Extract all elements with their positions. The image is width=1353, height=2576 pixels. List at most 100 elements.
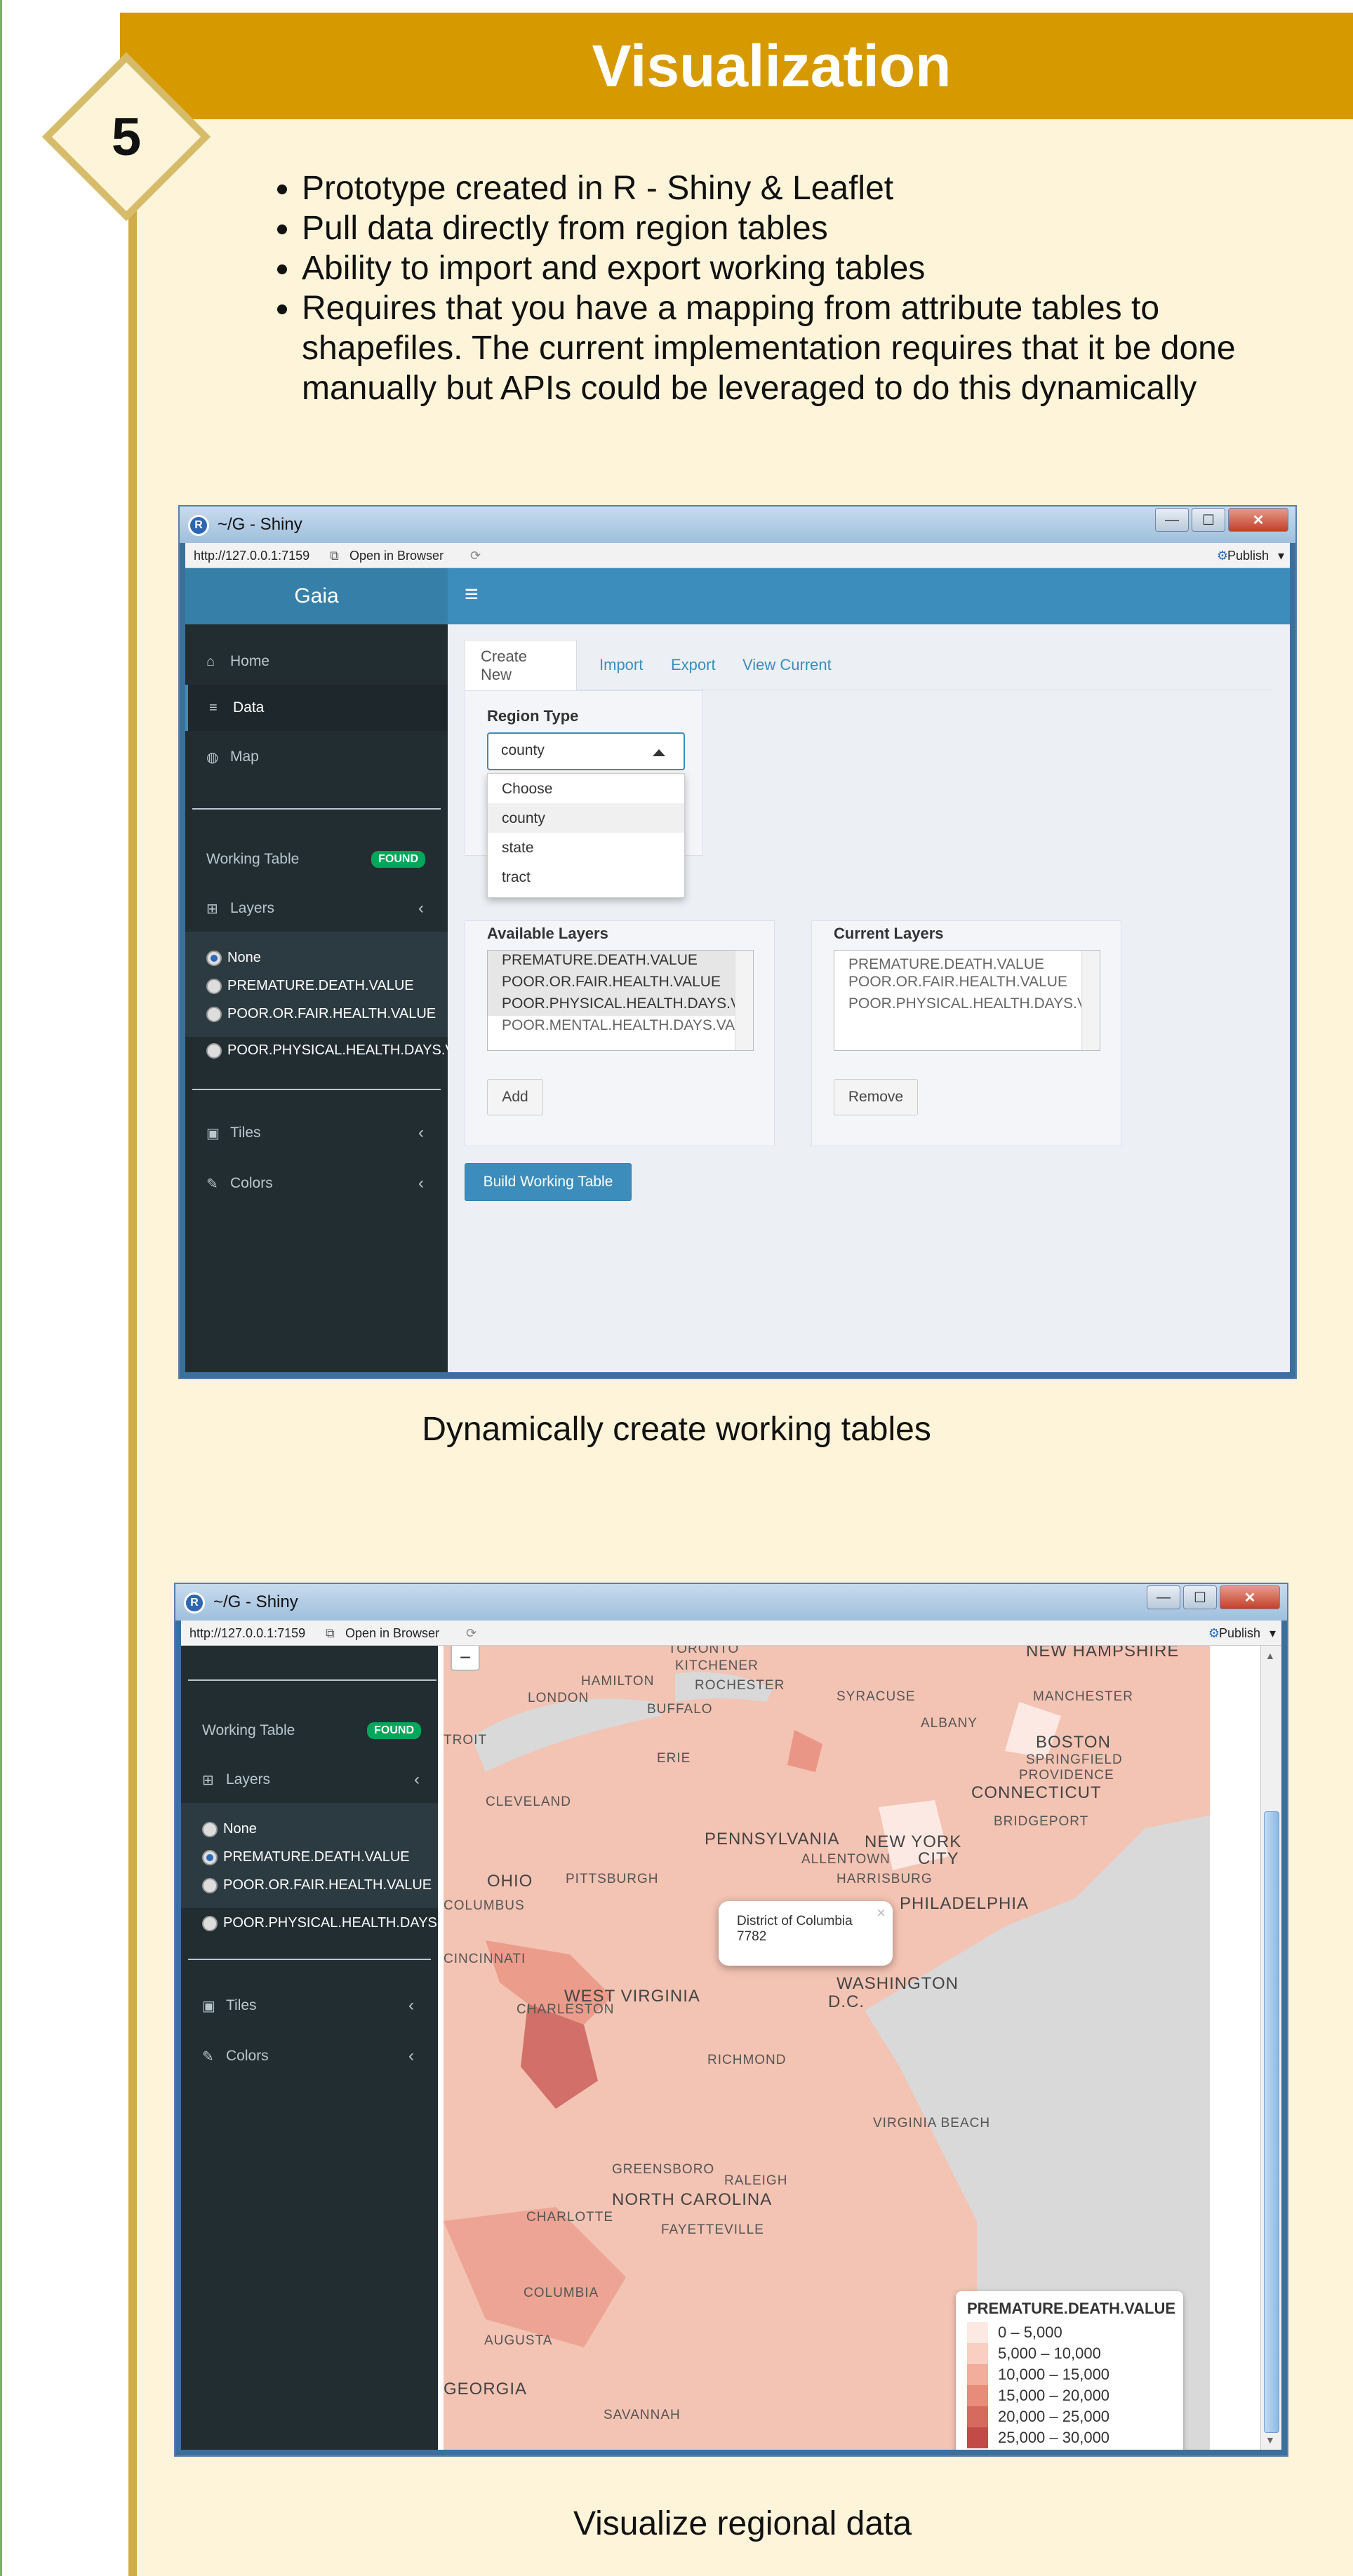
dropdown-option[interactable]: state	[488, 833, 684, 862]
sidebar: Working Table FOUND ⊞ Layers ‹ None PREMA…	[181, 1646, 486, 2450]
close-button[interactable]: ✕	[1220, 1585, 1280, 1609]
step-number: 5	[111, 107, 142, 167]
sidebar-item-colors[interactable]: ✎ Colors ‹	[181, 2033, 438, 2079]
sidebar-item-label: Tiles	[230, 1125, 261, 1141]
refresh-icon[interactable]: ⟳	[466, 1626, 476, 1641]
caret-down-icon[interactable]: ▾	[1278, 549, 1284, 563]
add-button[interactable]: Add	[487, 1079, 543, 1115]
hamburger-menu-icon[interactable]: ≡	[465, 581, 479, 608]
map-label: CINCINNATI	[444, 1952, 526, 1966]
popup-region-value: 7782	[737, 1929, 767, 1944]
tab-view-current[interactable]: View Current	[727, 640, 847, 690]
dropdown-option[interactable]: tract	[488, 862, 684, 892]
globe-icon: ◍	[206, 749, 219, 765]
sidebar-divider	[192, 808, 441, 810]
zoom-out-button[interactable]: −	[451, 1646, 480, 1671]
r-logo-icon: R	[188, 515, 209, 536]
list-item[interactable]: POOR.MENTAL.HEALTH.DAYS.VA	[488, 1016, 753, 1038]
brush-icon: ✎	[202, 2048, 214, 2065]
left-border-line	[0, 0, 2, 2576]
tab-create-new[interactable]: Create New	[465, 640, 577, 690]
sidebar-divider	[188, 1959, 431, 1960]
radio-icon	[206, 1042, 222, 1059]
vertical-scrollbar[interactable]: ▲ ▼	[1260, 1646, 1281, 2450]
minimize-button[interactable]: —	[1155, 508, 1189, 532]
layers-icon: ⊞	[206, 901, 218, 917]
working-table-item: Working Table FOUND	[185, 836, 448, 883]
scrollbar[interactable]	[735, 951, 753, 1050]
layer-radio-premature-death[interactable]: PREMATURE.DEATH.VALUE	[202, 1849, 410, 1865]
layer-radio-none[interactable]: None	[206, 950, 261, 966]
layer-radio-poor-health[interactable]: POOR.OR.FAIR.HEALTH.VALUE	[202, 1877, 432, 1893]
map-label: ROCHESTER	[695, 1678, 785, 1693]
map-label: ERIE	[657, 1751, 691, 1766]
chevron-left-icon: ‹	[418, 1174, 424, 1193]
scrollbar-thumb[interactable]	[1264, 1811, 1279, 2433]
publish-button[interactable]: Publish	[1227, 549, 1269, 563]
list-item[interactable]: POOR.OR.FAIR.HEALTH.VALUE	[834, 972, 1100, 994]
radio-label: None	[227, 950, 261, 965]
sidebar-item-tiles[interactable]: ▣ Tiles ‹	[181, 1983, 438, 2029]
publish-button[interactable]: Publish	[1219, 1626, 1260, 1641]
popup-region-name: District of Columbia	[737, 1914, 853, 1928]
tab-export[interactable]: Export	[655, 640, 731, 690]
maximize-button[interactable]: ☐	[1192, 508, 1225, 532]
sidebar-item-map[interactable]: ◍ Map	[185, 734, 448, 780]
map-legend: PREMATURE.DEATH.VALUE 0 – 5,000 5,000 – …	[956, 2291, 1183, 2450]
build-working-table-button[interactable]: Build Working Table	[465, 1163, 632, 1201]
sidebar-item-tiles[interactable]: ▣ Tiles ‹	[185, 1110, 448, 1156]
list-item[interactable]: POOR.OR.FAIR.HEALTH.VALUE	[488, 972, 753, 994]
image-icon: ▣	[206, 1125, 220, 1141]
sidebar-item-layers[interactable]: ⊞ Layers ‹	[185, 885, 448, 932]
open-in-browser-link[interactable]: Open in Browser	[349, 549, 444, 563]
database-icon: ≡	[209, 699, 218, 716]
sidebar-item-colors[interactable]: ✎ Colors ‹	[185, 1160, 448, 1207]
sidebar-item-layers[interactable]: ⊞ Layers ‹	[181, 1757, 444, 1803]
caret-down-icon[interactable]: ▾	[1269, 1626, 1276, 1641]
refresh-icon[interactable]: ⟳	[470, 549, 481, 563]
map-label: PHILADELPHIA	[900, 1894, 1029, 1913]
layer-radio-none[interactable]: None	[202, 1821, 257, 1837]
list-item[interactable]: POOR.PHYSICAL.HEALTH.DAYS.V	[834, 994, 1100, 1016]
region-type-dropdown: Choose county state tract	[487, 773, 685, 898]
minimize-button[interactable]: —	[1147, 1585, 1180, 1609]
scroll-up-icon[interactable]: ▲	[1265, 1650, 1275, 1661]
map-label: SPRINGFIELD	[1026, 1752, 1123, 1767]
scroll-down-icon[interactable]: ▼	[1265, 2434, 1275, 2446]
layer-radio-premature-death[interactable]: PREMATURE.DEATH.VALUE	[206, 978, 414, 994]
legend-swatch	[967, 2406, 988, 2427]
sidebar-item-home[interactable]: ⌂ Home	[185, 638, 448, 685]
map-label: ALBANY	[921, 1716, 978, 1731]
current-layers-list[interactable]: PREMATURE.DEATH.VALUE POOR.OR.FAIR.HEALT…	[834, 950, 1100, 1051]
radio-label: None	[223, 1821, 257, 1837]
url-text: http://127.0.0.1:7159	[194, 549, 310, 563]
close-button[interactable]: ✕	[1228, 508, 1288, 532]
map-label: D.C.	[828, 1992, 865, 2011]
map-view[interactable]: − TORONTO KITCHENER HAMILTON ROCHESTER L…	[444, 1646, 1227, 2450]
lake-erie	[472, 1698, 661, 1772]
sidebar-item-label: Map	[230, 749, 259, 765]
list-item[interactable]: POOR.PHYSICAL.HEALTH.DAYS.V	[488, 994, 753, 1016]
working-table-label: Working Table	[206, 851, 300, 867]
tab-import[interactable]: Import	[584, 640, 658, 690]
sidebar-item-label: Tiles	[226, 1997, 257, 2013]
dropdown-option[interactable]: Choose	[488, 774, 684, 803]
dropdown-option[interactable]: county	[488, 803, 684, 833]
map-label: RALEIGH	[724, 2173, 788, 2188]
sidebar-item-label: Layers	[230, 900, 275, 916]
available-layers-list[interactable]: PREMATURE.DEATH.VALUE POOR.OR.FAIR.HEALT…	[487, 950, 754, 1051]
region-type-select[interactable]: county	[487, 732, 685, 770]
scrollbar[interactable]	[1081, 951, 1100, 1050]
radio-icon	[206, 1006, 222, 1022]
maximize-button[interactable]: ☐	[1183, 1585, 1217, 1609]
sidebar-item-data[interactable]: ≡ Data	[185, 685, 448, 731]
map-label: BOSTON	[1036, 1733, 1111, 1752]
brand-logo[interactable]: Gaia	[185, 568, 448, 624]
open-in-browser-link[interactable]: Open in Browser	[345, 1626, 439, 1641]
list-item[interactable]: PREMATURE.DEATH.VALUE	[488, 951, 753, 972]
remove-button[interactable]: Remove	[834, 1079, 918, 1115]
popup-close-button[interactable]: ×	[877, 1904, 886, 1922]
list-item[interactable]: PREMATURE.DEATH.VALUE	[834, 951, 1100, 972]
layer-radio-poor-health[interactable]: POOR.OR.FAIR.HEALTH.VALUE	[206, 1006, 436, 1022]
sidebar-item-label: Home	[230, 653, 270, 669]
